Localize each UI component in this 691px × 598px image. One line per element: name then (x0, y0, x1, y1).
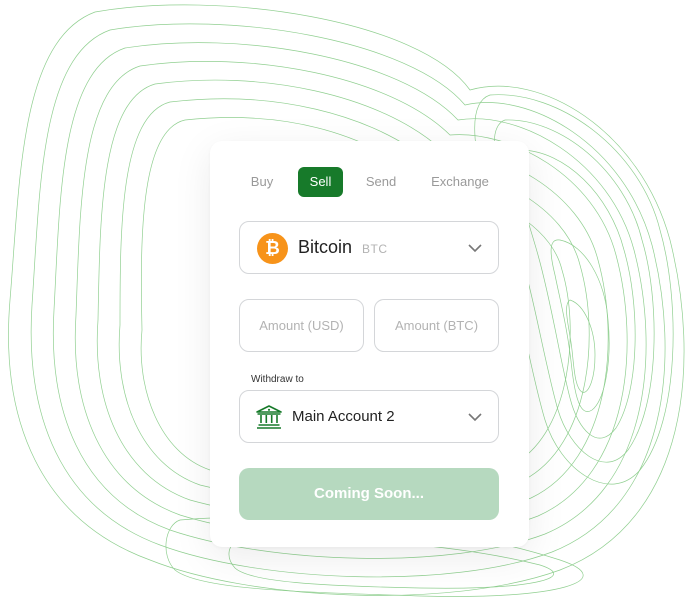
amount-usd-input[interactable] (240, 300, 363, 351)
tab-buy[interactable]: Buy (240, 167, 284, 197)
coin-select[interactable]: ₿ Bitcoin BTC (239, 221, 499, 274)
chevron-down-icon (468, 413, 482, 422)
account-select[interactable]: Main Account 2 (239, 390, 499, 443)
chevron-down-icon (468, 244, 482, 253)
page: Buy Sell Send Exchange ₿ Bitcoin BTC Wit… (0, 0, 691, 598)
amount-btc-field[interactable] (374, 299, 499, 352)
withdraw-label: Withdraw to (251, 374, 304, 385)
coin-ticker: BTC (362, 242, 388, 256)
submit-button[interactable]: Coming Soon... (239, 468, 499, 520)
account-name: Main Account 2 (292, 408, 395, 425)
bitcoin-icon: ₿ (257, 233, 288, 264)
trade-card: Buy Sell Send Exchange ₿ Bitcoin BTC Wit… (210, 141, 529, 547)
bank-icon (256, 405, 282, 429)
amount-btc-input[interactable] (375, 300, 498, 351)
trade-tabs: Buy Sell Send Exchange (210, 167, 529, 197)
tab-sell[interactable]: Sell (298, 167, 343, 197)
tab-exchange[interactable]: Exchange (424, 167, 496, 197)
tab-send[interactable]: Send (358, 167, 404, 197)
coin-name: Bitcoin (298, 237, 353, 257)
amount-usd-field[interactable] (239, 299, 364, 352)
